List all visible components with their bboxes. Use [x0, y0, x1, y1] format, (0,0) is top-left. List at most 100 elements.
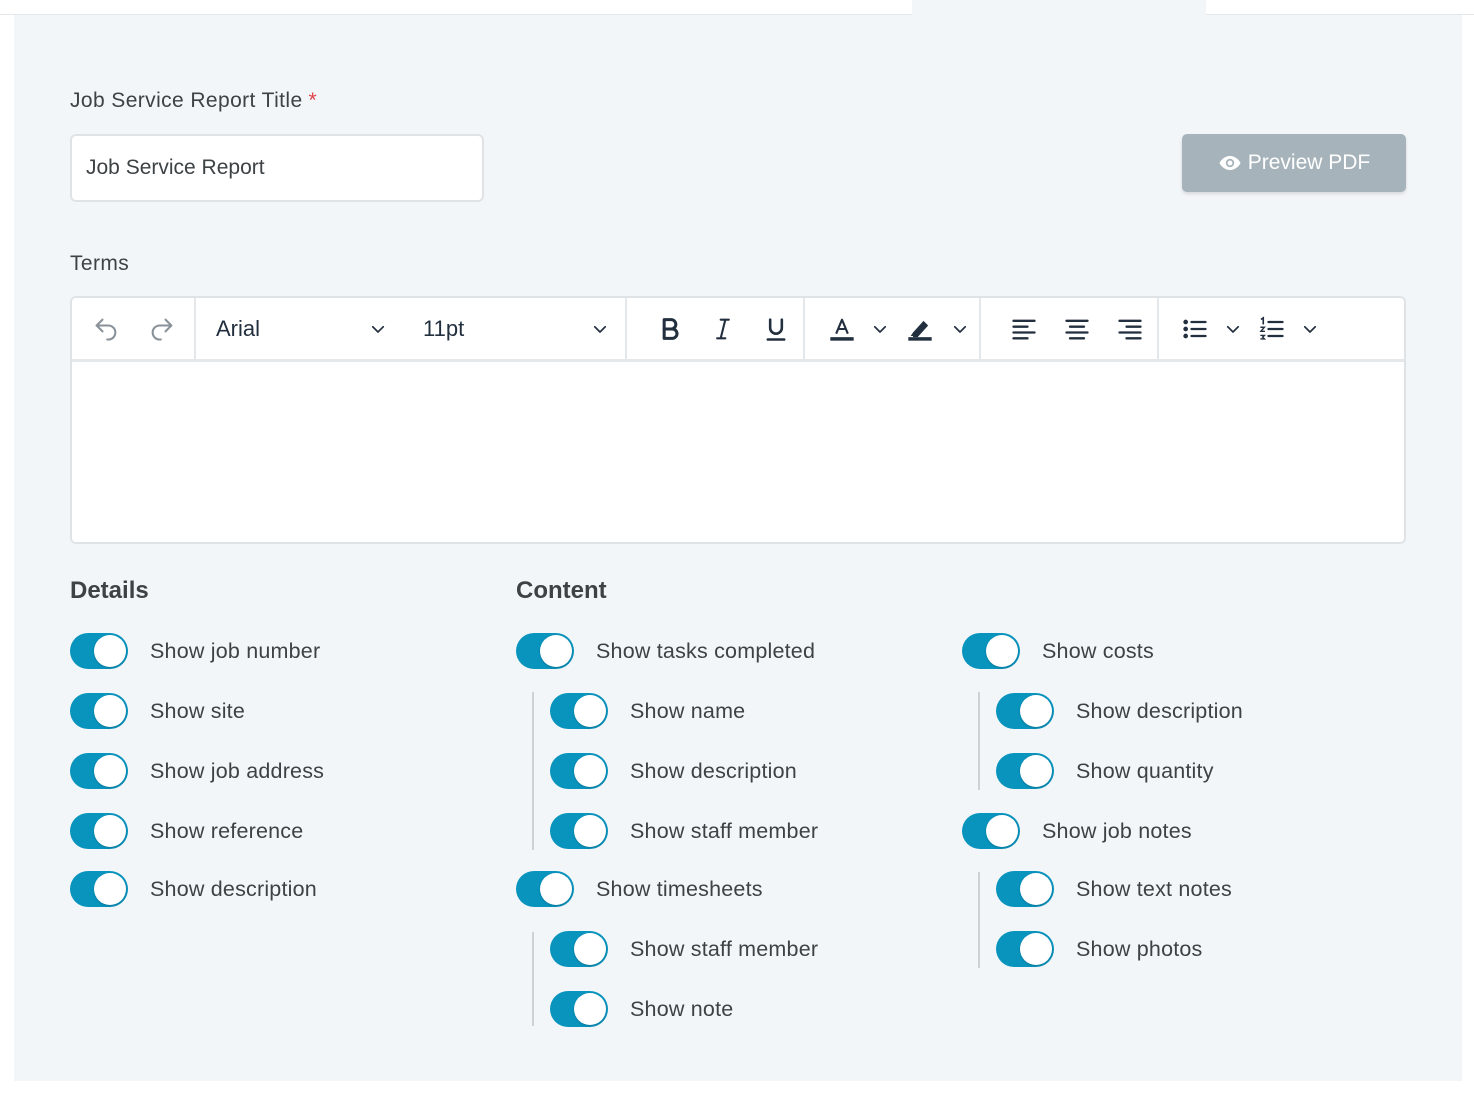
- toggle-timesheets-show-note[interactable]: Show note: [550, 990, 733, 1028]
- toggle-label: Show job number: [150, 638, 321, 663]
- text-color-dropdown[interactable]: [861, 298, 899, 359]
- font-size-value: 11pt: [423, 315, 465, 341]
- toggle-switch[interactable]: [550, 693, 608, 729]
- align-left-button[interactable]: [997, 298, 1050, 359]
- chevron-down-icon: [1301, 320, 1319, 338]
- toggle-show-job-number[interactable]: Show job number: [70, 632, 320, 670]
- redo-button[interactable]: [134, 298, 190, 359]
- italic-button[interactable]: [696, 298, 749, 359]
- italic-icon: [709, 315, 737, 343]
- toggle-tasks-show-description[interactable]: Show description: [550, 752, 797, 790]
- toggle-tasks-show-name[interactable]: Show name: [550, 692, 745, 730]
- bullet-list-button[interactable]: [1175, 298, 1214, 359]
- toggle-switch[interactable]: [70, 633, 128, 669]
- toggle-switch[interactable]: [550, 991, 608, 1027]
- toggle-show-tasks-completed[interactable]: Show tasks completed: [516, 632, 815, 670]
- toggle-knob: [986, 815, 1018, 847]
- font-size-select[interactable]: 11pt: [403, 298, 625, 359]
- toggle-switch[interactable]: [996, 871, 1054, 907]
- toggle-tasks-show-staff-member[interactable]: Show staff member: [550, 812, 818, 850]
- align-left-icon: [1010, 315, 1038, 343]
- undo-button[interactable]: [78, 298, 134, 359]
- toggle-switch[interactable]: [70, 753, 128, 789]
- toggle-switch[interactable]: [996, 693, 1054, 729]
- toggle-show-job-notes[interactable]: Show job notes: [962, 812, 1192, 850]
- toggle-switch[interactable]: [550, 813, 608, 849]
- toggle-show-job-address[interactable]: Show job address: [70, 752, 324, 790]
- toggle-show-reference[interactable]: Show reference: [70, 812, 303, 850]
- toggle-knob: [574, 933, 606, 965]
- align-group: [981, 298, 1159, 359]
- toggle-switch[interactable]: [70, 693, 128, 729]
- toggle-knob: [94, 815, 126, 847]
- toggle-switch[interactable]: [550, 753, 608, 789]
- chevron-down-icon: [871, 320, 889, 338]
- active-tab[interactable]: [912, 0, 1206, 15]
- toggle-knob: [574, 815, 606, 847]
- timesheets-indent-line: [532, 932, 534, 1026]
- toggle-label: Show reference: [150, 818, 304, 843]
- toggle-knob: [986, 635, 1018, 667]
- toggle-switch[interactable]: [996, 753, 1054, 789]
- underline-icon: [762, 315, 790, 343]
- toggle-label: Show staff member: [630, 936, 819, 961]
- preview-pdf-button[interactable]: Preview PDF: [1182, 134, 1406, 192]
- bold-icon: [656, 315, 684, 343]
- toggle-costs-show-description[interactable]: Show description: [996, 692, 1243, 730]
- toggle-label: Show photos: [1076, 936, 1203, 961]
- toggle-switch[interactable]: [962, 633, 1020, 669]
- chevron-down-icon: [591, 320, 609, 338]
- numbered-list-button[interactable]: [1252, 298, 1291, 359]
- toggle-notes-show-photos[interactable]: Show photos: [996, 930, 1203, 968]
- font-family-value: Arial: [216, 315, 261, 341]
- chevron-down-icon: [369, 320, 387, 338]
- toggle-costs-show-quantity[interactable]: Show quantity: [996, 752, 1214, 790]
- toggle-show-site[interactable]: Show site: [70, 692, 245, 730]
- bullet-list-icon: [1181, 315, 1209, 343]
- font-family-select[interactable]: Arial: [196, 298, 403, 359]
- toggle-label: Show site: [150, 698, 246, 723]
- text-color-icon: [828, 315, 856, 343]
- toggle-switch[interactable]: [70, 813, 128, 849]
- toggle-switch[interactable]: [962, 813, 1020, 849]
- chevron-down-icon: [1224, 320, 1242, 338]
- toggle-switch[interactable]: [70, 871, 128, 907]
- toggle-knob: [94, 695, 126, 727]
- redo-icon: [148, 315, 176, 343]
- toggle-knob: [1020, 695, 1052, 727]
- toggle-timesheets-show-staff-member[interactable]: Show staff member: [550, 930, 818, 968]
- toggle-knob: [1020, 755, 1052, 787]
- report-title-input[interactable]: [70, 134, 484, 202]
- tasks-indent-line: [532, 692, 534, 850]
- toggle-notes-show-text-notes[interactable]: Show text notes: [996, 870, 1232, 908]
- underline-button[interactable]: [750, 298, 803, 359]
- toggle-label: Show name: [630, 698, 746, 723]
- toggle-switch[interactable]: [516, 871, 574, 907]
- toggle-label: Show costs: [1042, 638, 1154, 663]
- highlight-color-button[interactable]: [899, 298, 941, 359]
- job-notes-indent-line: [978, 872, 980, 968]
- title-label-text: Job Service Report Title: [70, 89, 303, 112]
- toggle-label: Show tasks completed: [596, 638, 816, 663]
- text-color-button[interactable]: [823, 298, 861, 359]
- align-center-button[interactable]: [1050, 298, 1103, 359]
- editor-toolbar: Arial 11pt: [72, 298, 1404, 362]
- toggle-label: Show quantity: [1076, 758, 1214, 783]
- terms-editor-body[interactable]: [72, 362, 1404, 542]
- history-group: [72, 298, 196, 359]
- highlight-color-dropdown[interactable]: [941, 298, 979, 359]
- align-right-button[interactable]: [1104, 298, 1157, 359]
- toggle-switch[interactable]: [550, 931, 608, 967]
- toggle-label: Show staff member: [630, 818, 819, 843]
- toggle-knob: [1020, 873, 1052, 905]
- top-tab-bar: [0, 0, 1474, 15]
- toggle-knob: [94, 755, 126, 787]
- toggle-show-details-description[interactable]: Show description: [70, 870, 317, 908]
- toggle-switch[interactable]: [996, 931, 1054, 967]
- toggle-switch[interactable]: [516, 633, 574, 669]
- toggle-show-timesheets[interactable]: Show timesheets: [516, 870, 763, 908]
- toggle-show-costs[interactable]: Show costs: [962, 632, 1154, 670]
- numbered-list-dropdown[interactable]: [1291, 298, 1329, 359]
- bold-button[interactable]: [643, 298, 696, 359]
- bullet-list-dropdown[interactable]: [1214, 298, 1252, 359]
